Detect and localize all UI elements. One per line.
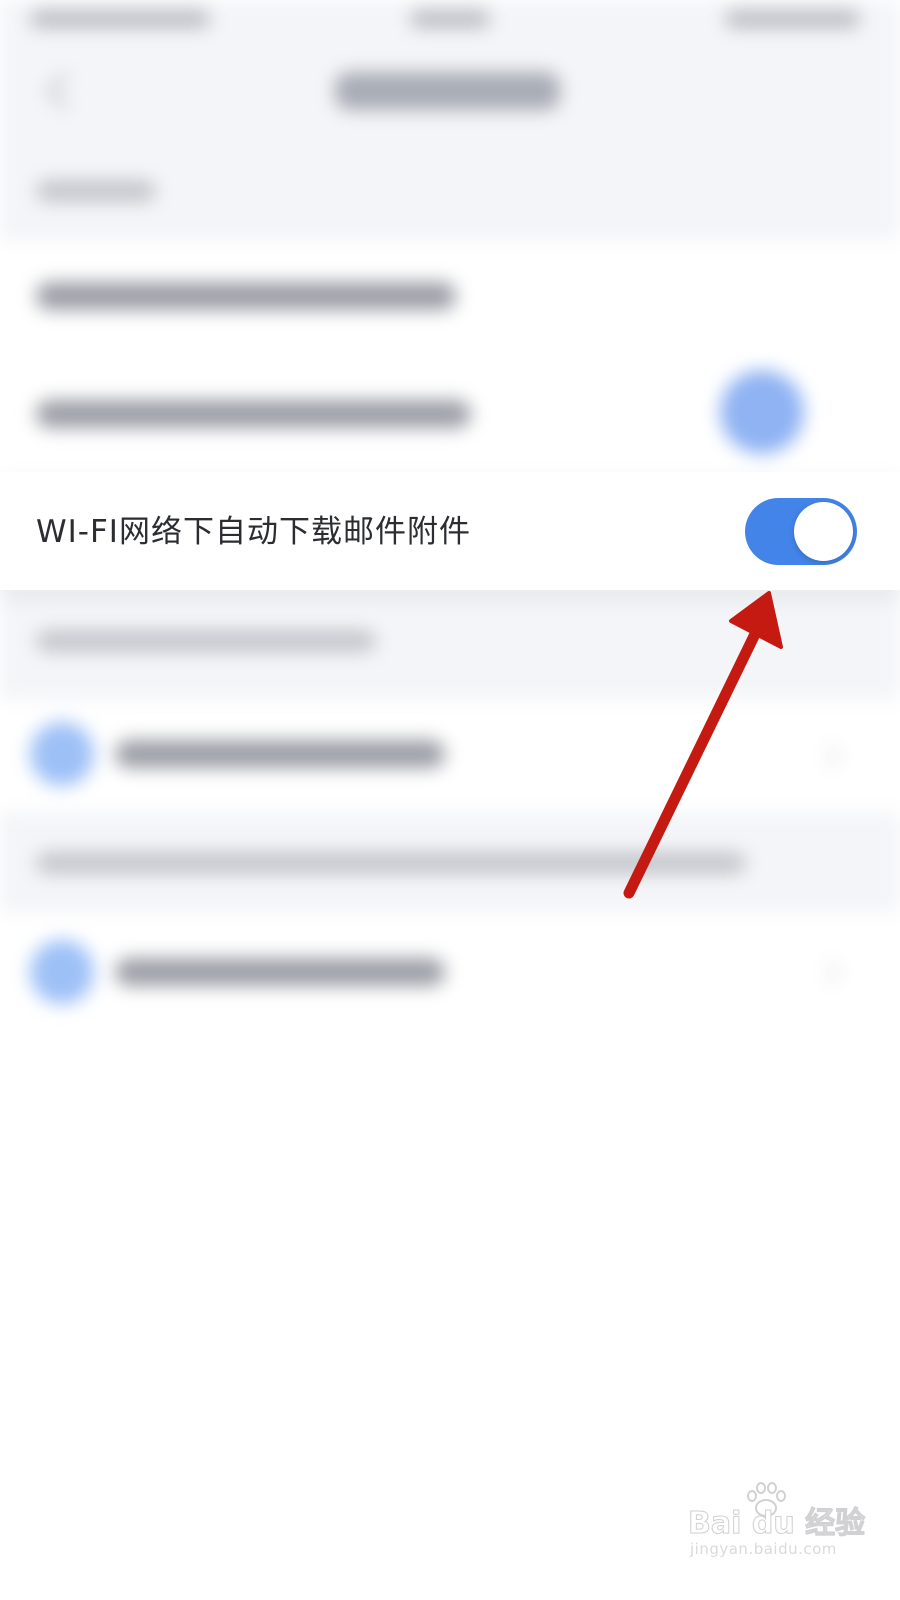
wifi-auto-download-row: WI-FI网络下自动下载邮件附件 (0, 472, 900, 590)
section-header-text (36, 630, 376, 652)
status-bar-battery (725, 10, 860, 28)
radio-icon (30, 722, 94, 786)
section-header-2 (0, 590, 900, 700)
chevron-right-icon (816, 744, 841, 769)
status-bar-time (410, 10, 490, 28)
navigation-bar (0, 40, 900, 150)
arrow-head (729, 591, 783, 649)
blurred-background-ui (0, 0, 900, 1600)
wifi-auto-download-label: WI-FI网络下自动下载邮件附件 (36, 514, 471, 550)
status-bar-carrier (30, 10, 210, 28)
blurred-toggle (720, 370, 804, 454)
settings-row-text (115, 740, 445, 768)
page-title (335, 72, 560, 110)
status-bar (0, 0, 900, 40)
wifi-auto-download-toggle[interactable] (745, 498, 857, 565)
red-arrow-icon (623, 591, 783, 899)
settings-group-1 (0, 240, 900, 472)
settings-row (0, 700, 900, 812)
settings-row-text (115, 958, 445, 986)
settings-row-text (36, 282, 456, 310)
watermark: Bai du 经验 jingyan.baidu.com (687, 1482, 866, 1584)
chevron-right-icon (816, 960, 841, 985)
section-note (0, 812, 900, 912)
radio-icon (30, 940, 94, 1004)
watermark-brand: Bai du 经验 (687, 1506, 866, 1542)
section-header-1 (0, 150, 900, 240)
toggle-knob (794, 502, 853, 561)
section-note-text (36, 852, 746, 874)
watermark-url: jingyan.baidu.com (690, 1540, 837, 1558)
arrow-shaft (623, 626, 762, 899)
back-icon (46, 72, 84, 110)
settings-row-text (36, 400, 471, 428)
section-header-text (36, 180, 156, 202)
settings-row (0, 912, 900, 1030)
